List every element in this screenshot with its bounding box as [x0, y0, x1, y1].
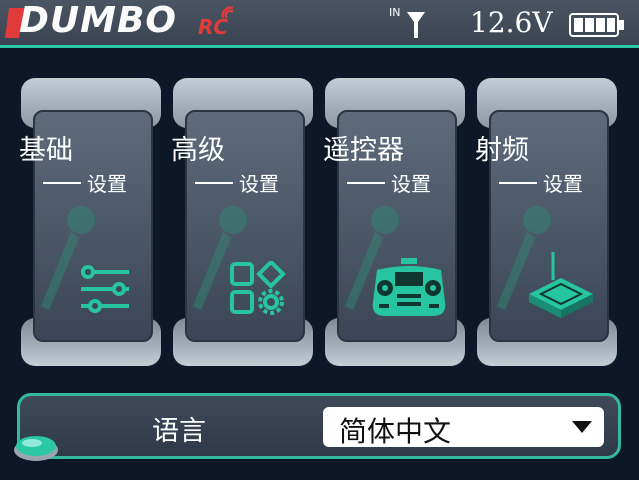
signal-tag: IN: [389, 6, 401, 19]
sliders-icon: [81, 265, 129, 313]
status-bar: DUMBO RC IN 12.6V: [0, 0, 639, 45]
battery-icon: [569, 13, 624, 37]
language-dropdown[interactable]: 简体中文: [323, 407, 604, 448]
dumbo-rc-logo: DUMBO RC: [5, 0, 240, 42]
header-accent-line: [0, 45, 639, 48]
language-label: 语言: [152, 416, 206, 447]
card-advanced-settings[interactable]: 高级 设置: [171, 78, 313, 368]
card-title: 遥控器: [323, 135, 404, 166]
card-subtitle: 设置: [239, 172, 279, 196]
home-disc-button-icon[interactable]: [12, 426, 62, 466]
wifi-arc-icon: [221, 6, 234, 19]
logo-text: DUMBO: [19, 0, 177, 41]
language-selected-value: 简体中文: [339, 415, 452, 448]
apps-grid-icon: [230, 261, 286, 315]
language-setting-bar: 语言 简体中文: [17, 393, 621, 459]
card-remote-settings[interactable]: 遥控器 设置: [323, 78, 465, 368]
card-rf-settings[interactable]: 射频 设置: [475, 78, 617, 368]
card-subtitle: 设置: [391, 172, 431, 196]
subtitle-dash: [347, 182, 385, 184]
card-basic-settings[interactable]: 基础 设置: [19, 78, 161, 368]
card-subtitle: 设置: [87, 172, 127, 196]
rf-module-icon: [529, 252, 593, 318]
battery-voltage: 12.6V: [470, 6, 553, 39]
subtitle-dash: [195, 182, 233, 184]
subtitle-dash: [499, 182, 537, 184]
dropdown-arrow-icon: [572, 421, 592, 433]
signal-indicator: IN: [389, 6, 429, 40]
card-title: 射频: [475, 135, 529, 166]
card-subtitle: 设置: [543, 172, 583, 196]
antenna-icon: [407, 12, 425, 38]
card-title: 高级: [171, 135, 225, 166]
remote-controller-icon: [372, 258, 446, 316]
card-title: 基础: [19, 135, 73, 166]
subtitle-dash: [43, 182, 81, 184]
